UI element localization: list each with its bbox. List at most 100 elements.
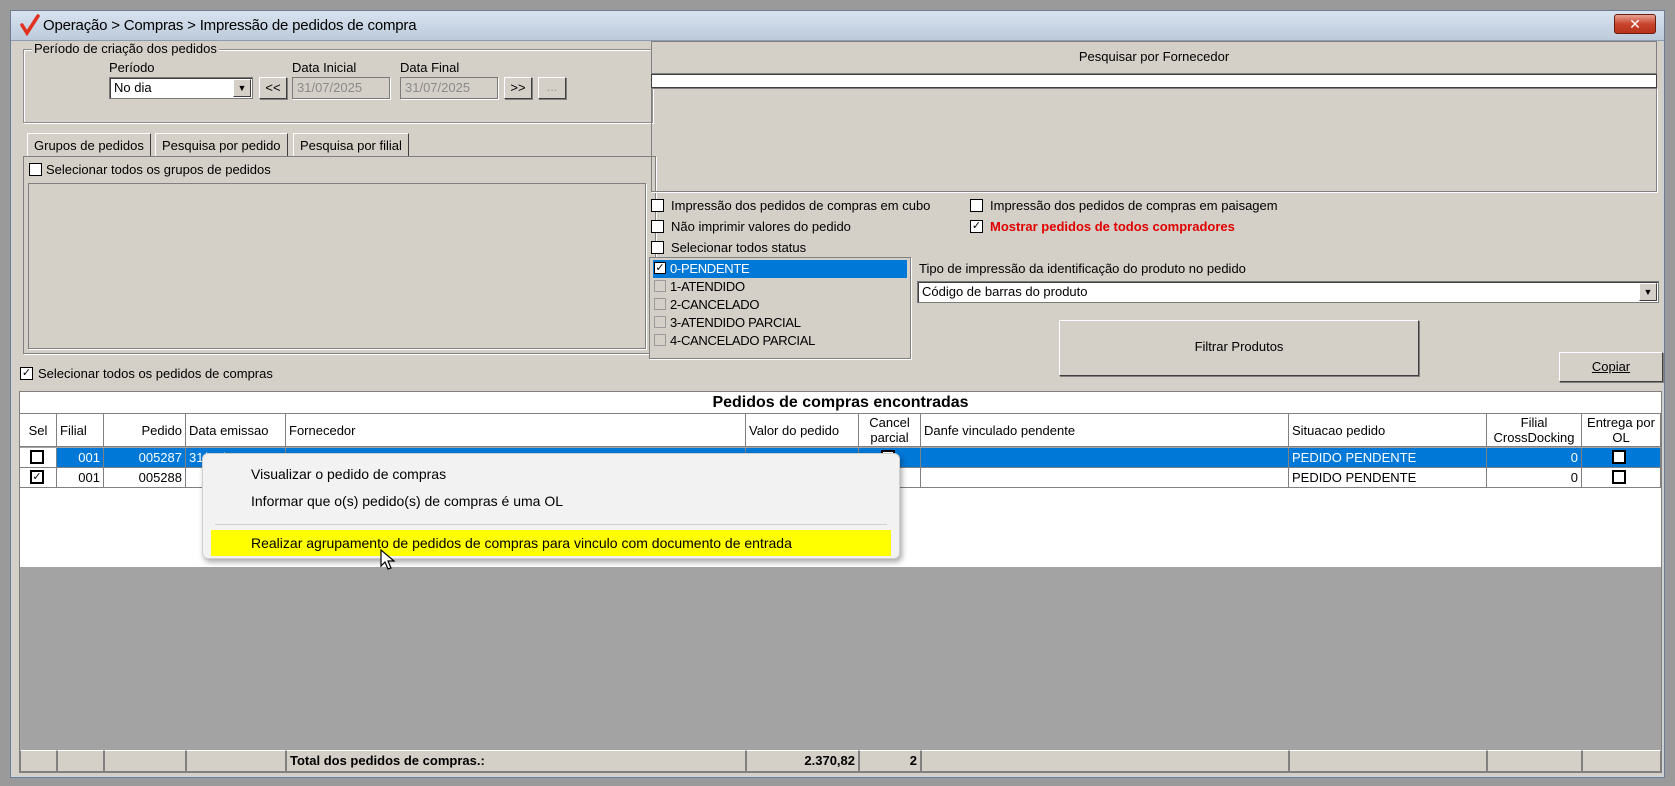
context-menu: Visualizar o pedido de compras Informar … [202,453,900,559]
status-item[interactable]: ✓ 0-PENDENTE [653,260,907,278]
chevron-down-icon[interactable]: ▼ [233,79,251,97]
mostrar-todos-label: Mostrar pedidos de todos compradores [990,219,1235,234]
status-checkbox[interactable] [654,280,666,292]
fornecedor-header: Pesquisar por Fornecedor [651,41,1657,74]
situacao-cell: PEDIDO PENDENTE [1289,468,1487,488]
select-all-grupos-label: Selecionar todos os grupos de pedidos [46,162,271,177]
periodo-select[interactable]: No dia ▼ [109,77,253,99]
filial-cell: 001 [57,468,104,488]
menu-item-visualizar-pedido[interactable]: Visualizar o pedido de compras [211,461,891,487]
copiar-button[interactable]: Copiar [1559,352,1663,382]
fornecedor-title: Pesquisar por Fornecedor [1078,49,1230,64]
grid-title: Pedidos de compras encontradas [20,392,1661,414]
entrega-ol-checkbox[interactable] [1612,450,1626,464]
pedidos-grid: Pedidos de compras encontradas Sel Filia… [19,391,1662,773]
entrega-ol-cell[interactable] [1582,468,1661,488]
col-header-data-emissao[interactable]: Data emissao [186,414,286,447]
footer-cell [1289,750,1487,772]
mostrar-todos-checkbox[interactable]: ✓ [970,220,983,233]
next-date-button[interactable]: >> [504,77,532,99]
close-button[interactable]: ✕ [1614,14,1656,34]
col-header-filial[interactable]: Filial [57,414,104,447]
tab-pesquisa-por-pedido[interactable]: Pesquisa por pedido [155,133,288,157]
nao-imprimir-checkbox[interactable] [651,220,664,233]
footer-cell [186,750,286,772]
danfe-cell [921,468,1289,488]
periodo-value: No dia [114,80,152,95]
tipo-impressao-select[interactable]: Código de barras do produto ▼ [917,281,1659,303]
pedido-cell: 005287 [104,448,186,468]
data-final-label: Data Final [400,60,460,75]
col-header-valor[interactable]: Valor do pedido [746,414,859,447]
col-header-pedido[interactable]: Pedido [104,414,186,447]
more-button[interactable]: ... [538,77,566,99]
crossdocking-cell: 0 [1487,468,1582,488]
grupos-list[interactable] [28,183,646,349]
grupos-panel: Selecionar todos os grupos de pedidos [23,156,656,354]
selecionar-status-label: Selecionar todos status [671,240,807,255]
footer-cell [921,750,1289,772]
fornecedor-list[interactable] [651,88,1657,192]
entrega-ol-cell[interactable] [1582,448,1661,468]
row-checkbox[interactable]: ✓ [30,450,44,464]
menu-item-realizar-agrupamento[interactable]: Realizar agrupamento de pedidos de compr… [211,530,891,556]
sel-cell[interactable]: ✓ [20,448,57,468]
col-header-crossdocking[interactable]: Filial CrossDocking [1487,414,1582,447]
fornecedor-search-input[interactable] [651,74,1657,88]
status-item[interactable]: 2-CANCELADO [653,296,907,314]
select-all-pedidos-label: Selecionar todos os pedidos de compras [38,366,273,381]
paisagem-checkbox[interactable] [970,199,983,212]
status-checkbox[interactable] [654,298,666,310]
col-header-sel[interactable]: Sel [20,414,57,447]
entrega-ol-checkbox[interactable] [1612,470,1626,484]
tab-grupos-de-pedidos[interactable]: Grupos de pedidos [27,133,151,157]
danfe-cell [921,448,1289,468]
status-item[interactable]: 4-CANCELADO PARCIAL [653,332,907,350]
footer-total-label: Total dos pedidos de compras.: [286,750,746,772]
selecionar-status-checkbox[interactable] [651,241,664,254]
tab-pesquisa-por-filial[interactable]: Pesquisa por filial [293,133,409,157]
periodo-legend: Período de criação dos pedidos [32,41,219,56]
status-checkbox[interactable] [654,334,666,346]
footer-cell [20,750,57,772]
data-inicial-field[interactable]: 31/07/2025 [292,77,390,99]
chevron-down-icon[interactable]: ▼ [1639,283,1657,301]
crossdocking-cell: 0 [1487,448,1582,468]
mouse-cursor-icon [380,549,396,570]
cubo-checkbox[interactable] [651,199,664,212]
data-inicial-label: Data Inicial [292,60,357,75]
status-checkbox[interactable] [654,316,666,328]
footer-cell [104,750,186,772]
tipo-impressao-label: Tipo de impressão da identificação do pr… [919,261,1246,276]
grid-footer: Total dos pedidos de compras.: 2.370,82 … [20,750,1661,772]
status-checkbox[interactable]: ✓ [654,262,666,274]
select-all-grupos-checkbox[interactable] [29,163,42,176]
pedido-cell: 005288 [104,468,186,488]
footer-count: 2 [859,750,921,772]
col-header-fornecedor[interactable]: Fornecedor [286,414,746,447]
data-final-field[interactable]: 31/07/2025 [400,77,498,99]
col-header-cancel-parcial[interactable]: Cancel parcial [859,414,921,447]
main-window: Operação > Compras > Impressão de pedido… [10,10,1665,778]
footer-cell [1487,750,1582,772]
status-item[interactable]: 3-ATENDIDO PARCIAL [653,314,907,332]
filtrar-produtos-button[interactable]: Filtrar Produtos [1059,320,1419,376]
checkmark-icon [20,14,40,36]
cubo-label: Impressão dos pedidos de compras em cubo [671,198,931,213]
footer-cell [57,750,104,772]
periodo-group: Período de criação dos pedidos Período N… [23,41,653,123]
status-item[interactable]: 1-ATENDIDO [653,278,907,296]
col-header-danfe[interactable]: Danfe vinculado pendente [921,414,1289,447]
row-checkbox[interactable]: ✓ [30,470,44,484]
footer-total-value: 2.370,82 [746,750,859,772]
select-all-pedidos-checkbox[interactable]: ✓ [20,367,33,380]
status-list[interactable]: ✓ 0-PENDENTE 1-ATENDIDO 2-CANCELADO 3-AT… [649,257,911,359]
col-header-situacao[interactable]: Situacao pedido [1289,414,1487,447]
situacao-cell: PEDIDO PENDENTE [1289,448,1487,468]
title-bar: Operação > Compras > Impressão de pedido… [11,11,1664,41]
col-header-entrega-ol[interactable]: Entrega por OL [1582,414,1661,447]
menu-item-informar-ol[interactable]: Informar que o(s) pedido(s) de compras é… [211,488,891,514]
prev-date-button[interactable]: << [259,77,287,99]
menu-separator [215,524,887,525]
sel-cell[interactable]: ✓ [20,468,57,488]
